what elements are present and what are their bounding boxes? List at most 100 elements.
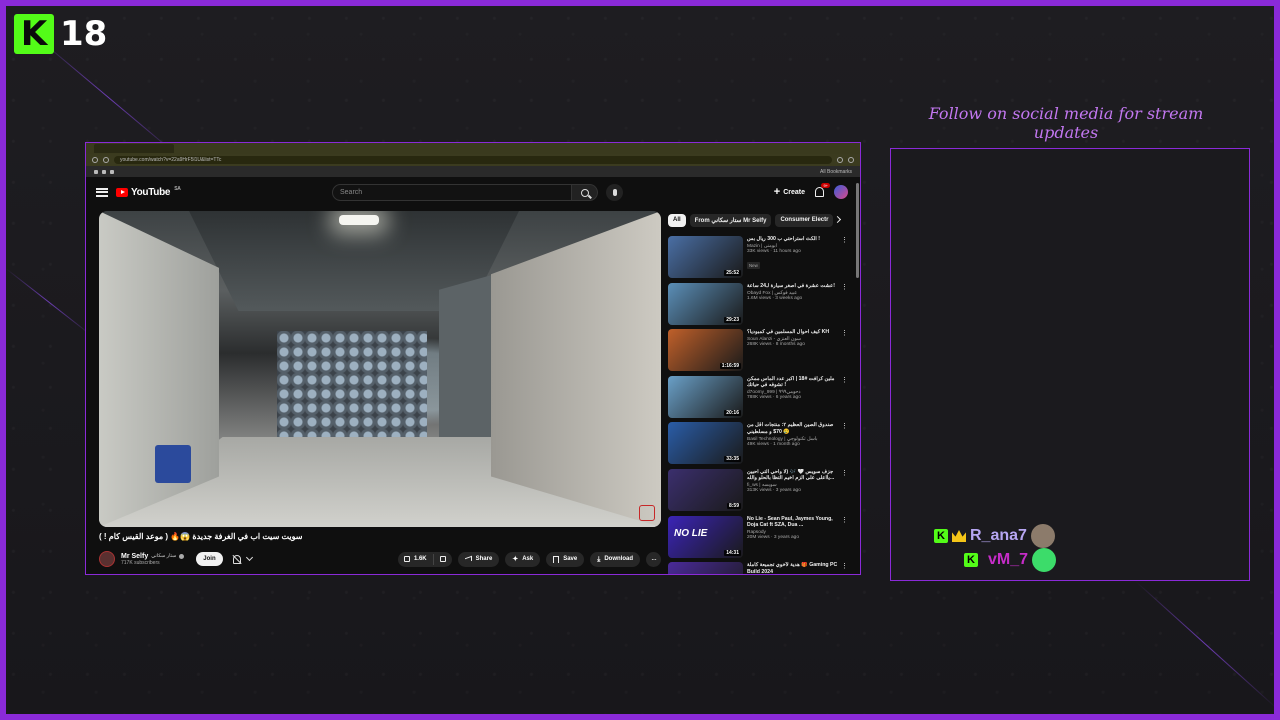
dislike-button[interactable] xyxy=(434,554,452,565)
kick-logo: K 18 xyxy=(14,12,114,56)
related-video-thumbnail[interactable]: NO LIE 14:31 xyxy=(668,515,743,558)
bookmark-icon[interactable] xyxy=(94,169,98,174)
notification-count: 9+ xyxy=(821,183,830,188)
search-button[interactable] xyxy=(572,184,598,201)
channel-info: Mr Selfy ستار سكاني 717K subscribers xyxy=(121,553,185,566)
channel-watermark-icon[interactable] xyxy=(639,505,655,521)
related-video-title[interactable]: عشت عشرة في اصغر سيارة لـ24 ساعة! xyxy=(747,283,843,290)
channel-row: Mr Selfy ستار سكاني 717K subscribers Joi… xyxy=(99,547,661,571)
more-options-icon[interactable]: ⋮ xyxy=(841,470,848,477)
more-options-icon[interactable]: ⋮ xyxy=(841,377,848,384)
all-bookmarks-link[interactable]: All Bookmarks xyxy=(820,169,852,175)
profile-icon[interactable] xyxy=(848,157,854,163)
download-label: Download xyxy=(604,556,633,562)
related-video-item[interactable]: 20:16 ملين كرافت #18 | اكبر عدد الماس مم… xyxy=(668,375,854,423)
chat-username: R_ana7 xyxy=(970,527,1027,544)
related-video-item[interactable]: 33:35 صندوق الصين العظيم ٢: منتجات اقل م… xyxy=(668,422,854,469)
back-icon[interactable] xyxy=(92,157,98,163)
channel-avatar[interactable] xyxy=(99,551,115,567)
sparkle-icon: ✦ xyxy=(512,555,519,563)
related-video-title[interactable]: هدية لأخوي تجميعة كاملة 🎁 Gaming PC Buil… xyxy=(747,562,843,574)
video-duration: 25:52 xyxy=(724,270,741,276)
related-video-item[interactable]: هدية لأخوي تجميعة كاملة 🎁 Gaming PC Buil… xyxy=(668,562,854,574)
video-actions: 1.6K Share ✦ Ask Save ⤓ Download ··· xyxy=(397,551,661,567)
video-duration: 29:23 xyxy=(724,316,741,323)
voice-search-button[interactable] xyxy=(606,184,623,201)
video-player[interactable] xyxy=(99,211,661,527)
bookmark-bar: All Bookmarks xyxy=(86,166,860,177)
video-duration: 1:16:59 xyxy=(719,363,741,370)
scrollbar[interactable] xyxy=(856,183,859,278)
save-button[interactable]: Save xyxy=(546,551,585,567)
related-video-thumbnail[interactable]: 29:23 xyxy=(668,282,743,325)
like-button[interactable]: 1.6K xyxy=(398,553,434,565)
share-label: Share xyxy=(475,556,493,562)
new-badge: New xyxy=(747,262,760,269)
more-options-icon[interactable]: ⋮ xyxy=(841,237,848,244)
follow-banner: Follow on social media for stream update… xyxy=(928,104,1204,142)
chip-all[interactable]: All xyxy=(668,214,686,227)
search-input[interactable]: Search xyxy=(332,184,572,201)
chip-consumer-electronics[interactable]: Consumer Electr xyxy=(775,214,834,227)
related-video-thumbnail[interactable]: 1:16:59 xyxy=(668,329,743,372)
more-options-icon[interactable]: ⋮ xyxy=(841,517,848,524)
like-count: 1.6K xyxy=(413,556,427,562)
bookmark-icon[interactable] xyxy=(110,169,114,174)
related-video-info: هدية لأخوي تجميعة كاملة 🎁 Gaming PC Buil… xyxy=(747,562,843,574)
related-video-meta: 268K views · 8 months ago xyxy=(747,342,805,348)
related-videos: 25:52 الكث استراحتي ب 300 ريال بس ! Mazi… xyxy=(668,236,854,574)
related-video-item[interactable]: 25:52 الكث استراحتي ب 300 ريال بس ! Mazi… xyxy=(668,236,854,283)
related-video-thumbnail[interactable]: 8:59 xyxy=(668,468,743,511)
bookmark-icon[interactable] xyxy=(102,169,106,174)
channel-name[interactable]: Mr Selfy ستار سكاني xyxy=(121,553,185,560)
related-video-thumbnail[interactable]: 25:52 xyxy=(668,236,743,278)
browser-tab[interactable] xyxy=(94,144,174,153)
related-video-info: الكث استراحتي ب 300 ريال بس ! Mazin | اب… xyxy=(747,236,843,283)
subscription-bell-icon[interactable] xyxy=(232,554,241,564)
chip-from-channel[interactable]: From ستار سكاني Mr Selfy xyxy=(689,214,772,227)
related-video-title[interactable]: No Lie - Sean Paul, Jaymes Young, Doja C… xyxy=(747,516,843,529)
ask-button[interactable]: ✦ Ask xyxy=(505,551,541,567)
thumbnail-text: NO LIE xyxy=(674,527,708,539)
url-input[interactable]: youtube.com/watch?v=22a9HrF5l1U&list=TTc xyxy=(114,156,832,164)
related-video-title[interactable]: ملين كرافت #18 | اكبر عدد الماس ممكن تشو… xyxy=(747,376,843,389)
video-title: سويت سيت اب في الغرفة جديدة 😱🔥 ( موعد ال… xyxy=(99,532,303,541)
save-label: Save xyxy=(563,556,578,562)
related-video-thumbnail[interactable]: 33:35 xyxy=(668,422,743,465)
related-video-thumbnail[interactable] xyxy=(668,562,743,574)
share-icon xyxy=(464,555,472,563)
browser-address-bar: youtube.com/watch?v=22a9HrF5l1U&list=TTc xyxy=(86,154,860,166)
download-button[interactable]: ⤓ Download xyxy=(590,551,640,567)
video-frame-barrel xyxy=(155,445,191,483)
video-duration: 33:35 xyxy=(724,456,741,463)
related-video-item[interactable]: 1:16:59 كيف احوال المسلمين في كمبوديا؟ K… xyxy=(668,329,854,376)
more-options-icon[interactable]: ⋮ xyxy=(841,284,848,291)
filter-chips: All From ستار سكاني Mr Selfy Consumer El… xyxy=(668,214,848,227)
chat-message: K R_ana7 xyxy=(934,524,1055,548)
related-video-title[interactable]: جزف سويس 🤍 🎶 (لا واحي التي احبين يااعلى … xyxy=(747,469,843,482)
related-video-item[interactable]: 29:23 عشت عشرة في اصغر سيارة لـ24 ساعة! … xyxy=(668,282,854,330)
avatar[interactable] xyxy=(834,185,848,199)
related-video-title[interactable]: كيف احوال المسلمين في كمبوديا؟ KH xyxy=(747,329,843,336)
join-button[interactable]: Join xyxy=(196,552,223,566)
menu-icon[interactable] xyxy=(96,187,108,197)
extension-icon[interactable] xyxy=(837,157,843,163)
related-video-title[interactable]: الكث استراحتي ب 300 ريال بس ! xyxy=(747,236,843,243)
related-video-item[interactable]: NO LIE 14:31 No Lie - Sean Paul, Jaymes … xyxy=(668,515,854,563)
download-icon: ⤓ xyxy=(597,555,601,563)
more-options-icon[interactable]: ⋮ xyxy=(841,330,848,337)
share-button[interactable]: Share xyxy=(457,551,500,567)
chevron-down-icon[interactable] xyxy=(245,553,253,562)
related-video-item[interactable]: 8:59 جزف سويس 🤍 🎶 (لا واحي التي احبين يا… xyxy=(668,468,854,516)
create-button[interactable]: + Create xyxy=(774,186,805,197)
more-options-icon[interactable]: ⋮ xyxy=(841,563,848,570)
reload-icon[interactable] xyxy=(103,157,109,163)
more-actions-button[interactable]: ··· xyxy=(646,551,661,567)
related-video-thumbnail[interactable]: 20:16 xyxy=(668,375,743,418)
related-video-title[interactable]: صندوق الصين العظيم ٢: منتجات اقل من 70$ … xyxy=(747,422,843,435)
notifications-icon[interactable]: 9+ xyxy=(815,183,830,197)
youtube-logo[interactable]: YouTube SA xyxy=(116,186,181,198)
more-options-icon[interactable]: ⋮ xyxy=(841,423,848,430)
header-actions: + Create 9+ xyxy=(774,183,848,199)
chat-panel xyxy=(890,148,1250,581)
